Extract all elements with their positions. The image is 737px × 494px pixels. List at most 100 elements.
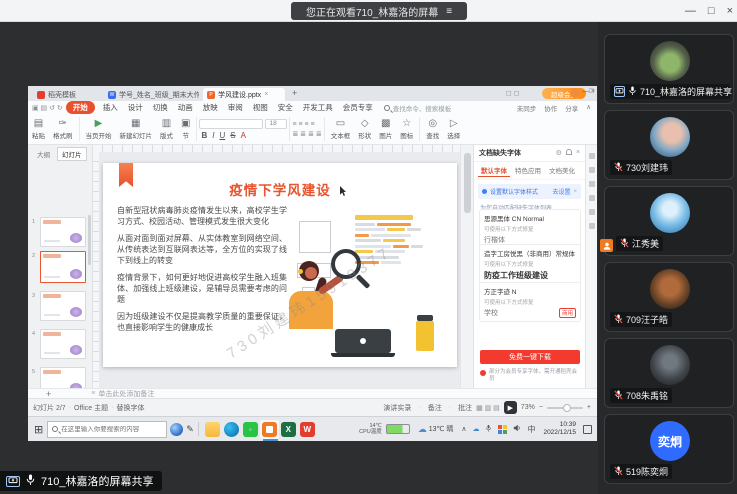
tab-slides[interactable]: 幻灯片 (57, 147, 87, 161)
wps-minimize-button[interactable]: — (582, 88, 589, 95)
menu-slideshow[interactable]: 放映 (198, 102, 223, 113)
new-tab-button[interactable]: + (292, 88, 297, 98)
wechat-icon[interactable]: ◦ (242, 421, 258, 437)
wps-close-button[interactable]: × (591, 88, 595, 95)
banner-action-link[interactable]: 去设置 (552, 187, 570, 196)
taskbar-search-input[interactable] (61, 425, 162, 433)
doc-tab-docer[interactable]: 稻壳模板 (33, 88, 99, 101)
collaborate-button[interactable]: 协作 (544, 103, 557, 113)
thumbnail-scrollbar[interactable] (88, 215, 91, 265)
excel-icon[interactable]: X (280, 421, 296, 437)
quick-access-icons[interactable]: ▣ ▤ ↺ ↻ (32, 104, 63, 112)
banner-close-icon[interactable]: × (573, 189, 577, 195)
start-button[interactable]: ⊞ (34, 423, 43, 436)
menu-insert[interactable]: 插入 (98, 102, 123, 113)
color-grid-icon[interactable] (498, 424, 508, 434)
play-from-current-button[interactable]: ▶ 当页开始 (82, 118, 116, 140)
paragraph-list-icons[interactable]: ≣ ≣ ≣ ≣ (292, 130, 321, 138)
tray-mic-icon[interactable] (485, 424, 492, 435)
menu-member[interactable]: 会员专享 (338, 102, 378, 113)
banner-menu-icon[interactable]: ≡ (446, 6, 452, 17)
shape-button[interactable]: ◇ 形状 (354, 118, 375, 140)
slide-thumbnail[interactable] (40, 291, 86, 321)
participant-tile[interactable]: 江秀美 (600, 186, 734, 256)
missing-font-card[interactable]: 思源黑体 CN Normal 可使用以下方式修复 行楷体 (479, 209, 581, 249)
pane-close-icon[interactable]: × (576, 149, 580, 157)
maximize-button[interactable]: □ (708, 5, 715, 17)
picture-button[interactable]: ▩ 图片 (375, 118, 396, 140)
bold-button[interactable]: B (199, 131, 209, 140)
cloud-sync-icon[interactable]: ☁ (472, 425, 479, 433)
zoom-slider[interactable] (546, 403, 583, 412)
comments-toggle[interactable]: 批注 (458, 403, 472, 413)
tab-outline[interactable]: 大纲 (32, 147, 55, 161)
notification-center-icon[interactable] (583, 424, 592, 434)
layout-button[interactable]: ▥ 版式 (156, 118, 177, 140)
menu-design[interactable]: 设计 (123, 102, 148, 113)
menu-transition[interactable]: 切换 (148, 102, 173, 113)
collapse-ribbon-icon[interactable]: ∧ (586, 103, 591, 113)
minimize-button[interactable]: — (685, 5, 696, 17)
file-explorer-icon[interactable] (204, 421, 220, 437)
menu-home[interactable]: 开始 (65, 101, 95, 114)
find-button[interactable]: ◎ 查找 (422, 118, 443, 140)
slide-thumbnail-selected[interactable] (40, 251, 86, 283)
sync-status-button[interactable]: 未同步 (517, 103, 537, 113)
pane-tab-beautify[interactable]: 文档美化 (546, 164, 578, 177)
menu-view[interactable]: 视图 (248, 102, 273, 113)
participant-tile[interactable]: 730刘建玮 (604, 110, 734, 180)
menu-animation[interactable]: 动画 (173, 102, 198, 113)
taskbar-clock[interactable]: 10:39 2022/12/15 (543, 421, 576, 437)
tray-expand-icon[interactable]: ∧ (461, 425, 466, 433)
italic-button[interactable]: I (210, 131, 216, 140)
missing-font-card[interactable]: 造字工房悦黑（非商用）常规体 可使用以下方式修复 防疫工作班级建设 (479, 244, 581, 285)
pane-tab-default-font[interactable]: 默认字体 (478, 164, 510, 177)
doc-tab-homework[interactable]: W 学号_姓名_班级_期末大作业 (104, 88, 199, 101)
paste-button[interactable]: ▤ 粘贴 (28, 118, 49, 140)
window-layout-icons[interactable]: ◻ ◻ (506, 89, 520, 97)
download-fonts-button[interactable]: 免费一键下载 (480, 350, 580, 364)
active-app-meeting[interactable] (259, 419, 279, 441)
bell-icon[interactable] (565, 149, 572, 155)
wps-icon[interactable]: W (299, 421, 315, 437)
replace-font-button[interactable]: 替换字体 (116, 403, 144, 413)
icon-library-button[interactable]: ☆ 图标 (396, 118, 417, 140)
taskbar-search[interactable] (47, 420, 168, 438)
menu-review[interactable]: 审阅 (223, 102, 248, 113)
underline-button[interactable]: U (217, 131, 227, 140)
volume-icon[interactable] (513, 424, 521, 434)
add-slide-button[interactable]: + (46, 389, 51, 399)
paragraph-align-icons[interactable]: ≡ ≡ ≡ ≡ (292, 121, 321, 128)
share-button[interactable]: 分享 (565, 103, 578, 113)
new-slide-button[interactable]: ▦ 新建幻灯片 (116, 118, 157, 140)
weather-text[interactable]: 13℃ 晴 (429, 424, 454, 434)
sidebar-icon-strip[interactable] (585, 145, 597, 388)
participant-tile[interactable]: 奕炯 519陈奕炯 (604, 414, 734, 484)
menu-security[interactable]: 安全 (273, 102, 298, 113)
zoom-in-button[interactable]: + (587, 404, 591, 411)
pen-app-icon[interactable]: ✎ (186, 424, 194, 435)
participant-tile[interactable]: 709汪子皓 (604, 262, 734, 332)
command-search[interactable]: 查找命令、搜索模板 (383, 103, 451, 113)
close-button[interactable]: × (727, 5, 733, 17)
notes-toggle[interactable]: 备注 (428, 403, 442, 413)
notes-placeholder[interactable]: 单击此处添加备注 (98, 389, 154, 399)
gear-icon[interactable]: ⚙ (556, 149, 562, 157)
user-avatar[interactable] (570, 88, 580, 98)
view-mode-icons[interactable]: ▦ ▥ ▤ (476, 404, 500, 412)
rec-button[interactable]: 演讲实录 (383, 403, 411, 413)
play-slideshow-button[interactable]: ▶ (503, 401, 517, 414)
ime-indicator[interactable]: 中 (527, 424, 535, 435)
menu-devtools[interactable]: 开发工具 (298, 102, 338, 113)
edge-browser-icon[interactable] (223, 421, 239, 437)
missing-font-card[interactable]: 方正字迹 N 可使用以下方式修复 学校 商用 (479, 282, 581, 322)
section-button[interactable]: ▣ 节 (177, 118, 194, 140)
theme-name[interactable]: Office 主题 (74, 403, 108, 413)
taskview-icon[interactable] (170, 422, 184, 436)
font-size-select[interactable]: 18 (265, 118, 288, 129)
doc-tab-active[interactable]: P 学风建设.pptx × (203, 88, 285, 101)
pane-tab-featured[interactable]: 特色应用 (512, 164, 544, 177)
canvas-scrollbar[interactable] (460, 145, 473, 388)
zoom-out-button[interactable]: − (539, 404, 543, 411)
slide-thumbnail[interactable] (40, 329, 86, 359)
